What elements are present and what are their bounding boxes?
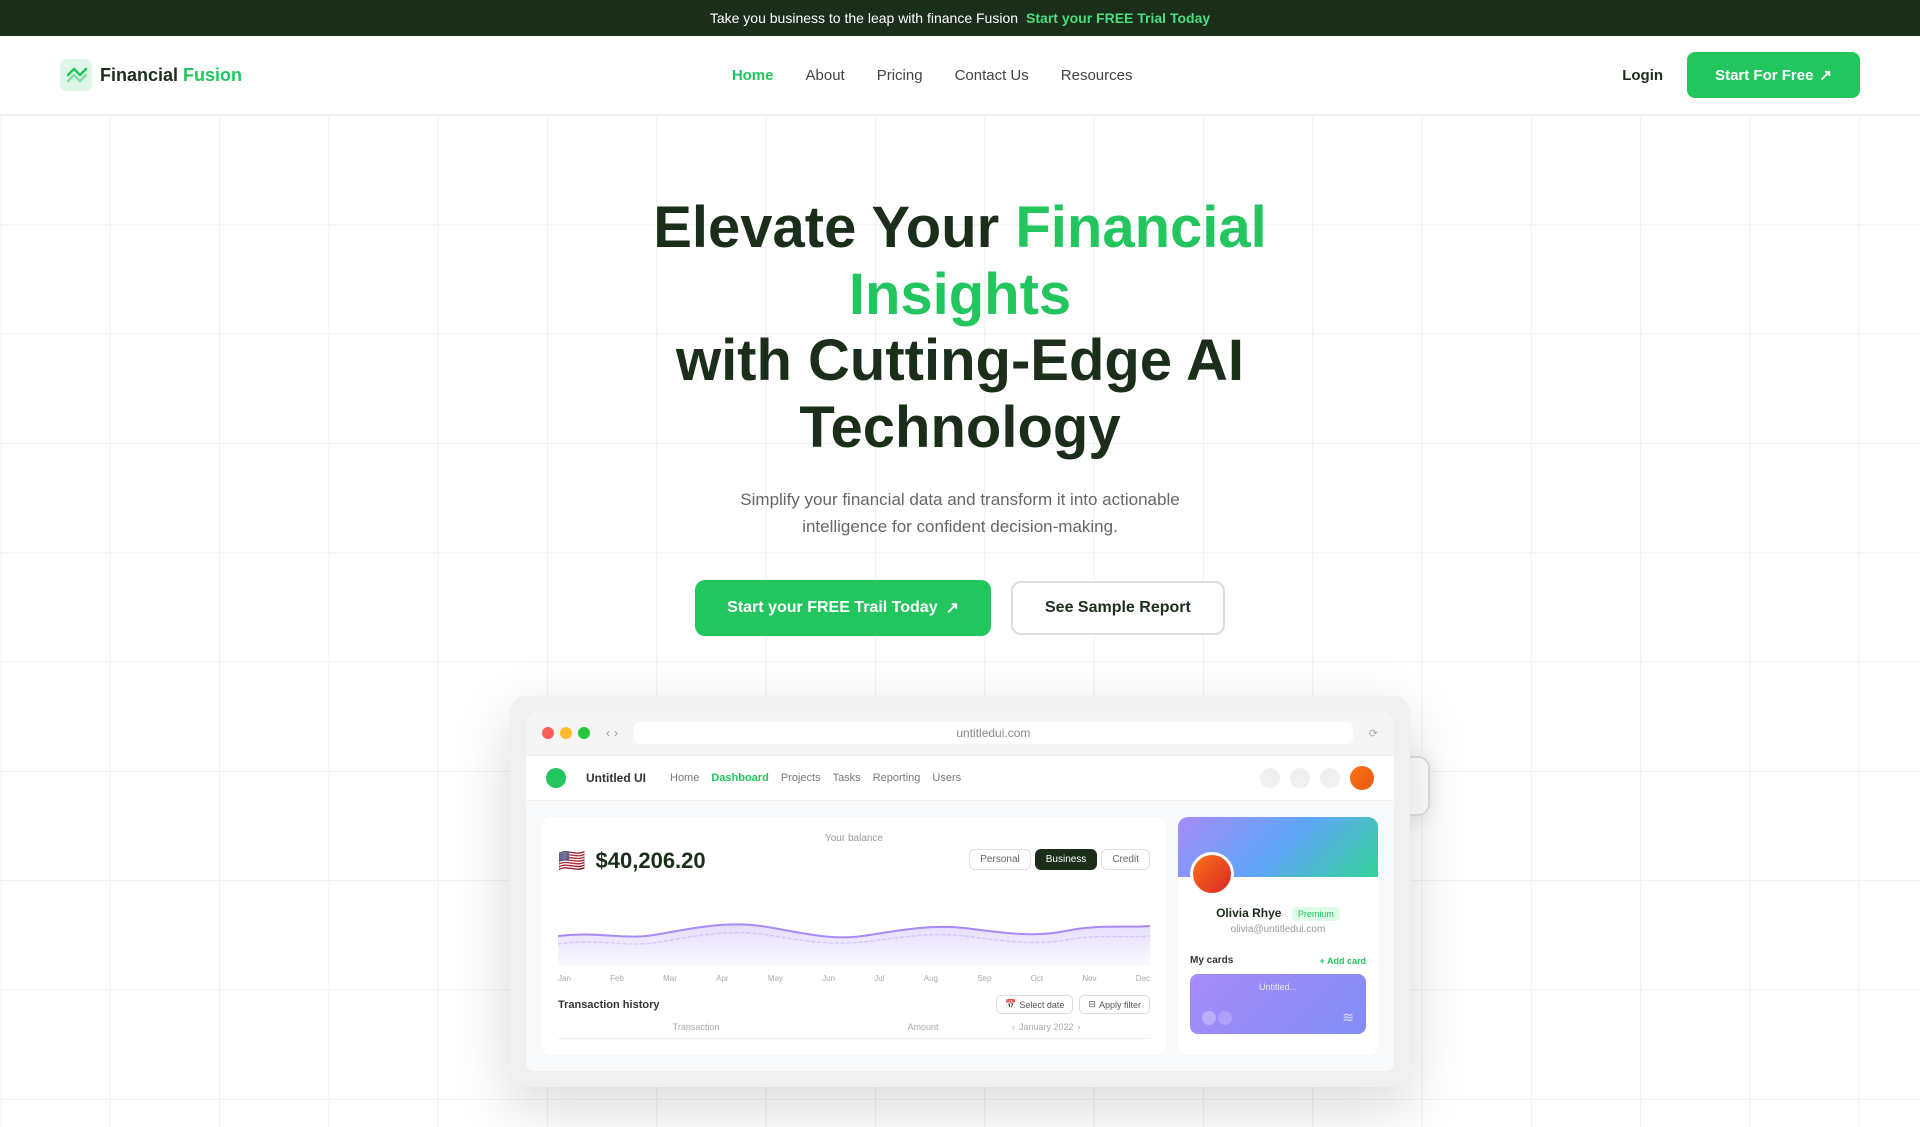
user-avatar[interactable]: [1350, 766, 1374, 790]
nav-contact[interactable]: Contact Us: [955, 67, 1029, 84]
month-labels: JanFeb MarApr MayJun JulAug SepOct NovDe…: [558, 974, 1150, 983]
maximize-dot[interactable]: [578, 727, 590, 739]
browser-url[interactable]: untitledui.com: [634, 722, 1353, 744]
minimize-dot[interactable]: [560, 727, 572, 739]
profile-email: olivia@untitledui.com: [1190, 924, 1366, 935]
transaction-columns: Transaction Amount ‹ January 2022 ›: [558, 1022, 1150, 1039]
select-date-button[interactable]: 📅 Select date: [996, 995, 1073, 1014]
flag-icon: 🇺🇸: [558, 848, 585, 873]
header-right: Login Start For Free ↗: [1622, 52, 1860, 98]
profile-avatar: [1190, 852, 1234, 896]
tab-business[interactable]: Business: [1035, 849, 1098, 870]
header: Financial Fusion Home About Pricing Cont…: [0, 36, 1920, 115]
dash-nav-right: [1260, 766, 1374, 790]
nav-about[interactable]: About: [806, 67, 845, 84]
browser-chrome: ‹ › untitledui.com ⟳: [526, 712, 1394, 754]
col-date-nav: ‹ January 2022 ›: [1012, 1022, 1150, 1032]
balance-panel: Your balance 🇺🇸 $40,206.20 Personal Busi…: [542, 817, 1166, 1055]
nav-pricing[interactable]: Pricing: [877, 67, 923, 84]
logo-text: Financial Fusion: [100, 65, 242, 86]
wave-circle-1: [1202, 1011, 1216, 1025]
settings-icon[interactable]: [1290, 768, 1310, 788]
dash-body: Your balance 🇺🇸 $40,206.20 Personal Busi…: [526, 801, 1394, 1071]
browser-refresh[interactable]: ⟳: [1369, 727, 1378, 740]
dash-nav-tasks[interactable]: Tasks: [833, 772, 861, 784]
col-amount: Amount: [854, 1022, 992, 1032]
dash-nav-dashboard[interactable]: Dashboard: [711, 772, 768, 784]
hero-buttons: Start your FREE Trail Today ↗ See Sample…: [20, 580, 1900, 636]
balance-amount: 🇺🇸 $40,206.20: [558, 848, 706, 874]
transaction-title: Transaction history: [558, 999, 659, 1011]
add-card-button[interactable]: + Add card: [1320, 956, 1366, 966]
main-nav: Home About Pricing Contact Us Resources: [732, 67, 1133, 84]
balance-chart: [558, 886, 1150, 966]
profile-section: Olivia Rhye Premium olivia@untitledui.co…: [1178, 852, 1378, 947]
dash-nav-home[interactable]: Home: [670, 772, 699, 784]
dashboard-preview-wrapper: Watch Full Demo ▶ ‹ › untitledui.com: [510, 696, 1410, 1087]
hero-subtitle: Simplify your financial data and transfo…: [700, 486, 1220, 540]
browser-dots: [542, 727, 590, 739]
hero-headline: Elevate Your Financial Insights with Cut…: [570, 195, 1350, 462]
balance-label: Your balance: [558, 833, 1150, 844]
card-visual: Untitled... ≋: [1190, 974, 1366, 1034]
arrow-icon: ↗: [1819, 66, 1832, 84]
banner-text: Take you business to the leap with finan…: [710, 10, 1018, 26]
balance-tabs: Personal Business Credit: [969, 849, 1150, 870]
cards-title: My cards: [1190, 955, 1233, 966]
start-trial-button[interactable]: Start your FREE Trail Today ↗: [695, 580, 991, 636]
login-button[interactable]: Login: [1622, 67, 1663, 84]
logo[interactable]: Financial Fusion: [60, 59, 242, 91]
tab-personal[interactable]: Personal: [969, 849, 1030, 870]
dashboard-inner: Untitled UI Home Dashboard Projects Task…: [526, 756, 1394, 1071]
profile-name: Olivia Rhye: [1216, 906, 1281, 920]
dash-top-nav: Untitled UI Home Dashboard Projects Task…: [526, 756, 1394, 801]
wifi-icon: ≋: [1342, 1009, 1354, 1026]
card-name: Untitled...: [1202, 982, 1354, 992]
wave-circle-2: [1218, 1011, 1232, 1025]
nav-resources[interactable]: Resources: [1061, 67, 1133, 84]
transaction-header: Transaction history 📅 Select date ⊟ Appl…: [558, 995, 1150, 1014]
dash-brand: Untitled UI: [586, 771, 646, 785]
dash-nav-users[interactable]: Users: [932, 772, 961, 784]
start-free-button[interactable]: Start For Free ↗: [1687, 52, 1860, 98]
card-waves: ≋: [1202, 1009, 1354, 1026]
cards-header: My cards + Add card: [1178, 947, 1378, 974]
transaction-actions: 📅 Select date ⊟ Apply filter: [996, 995, 1150, 1014]
dashboard-preview: ‹ › untitledui.com ⟳ Untitled UI Home Da: [510, 696, 1410, 1087]
filter-icon: ⊟: [1088, 999, 1096, 1010]
notifications-icon[interactable]: [1320, 768, 1340, 788]
arrow-icon: ↗: [946, 598, 959, 618]
profile-panel: Olivia Rhye Premium olivia@untitledui.co…: [1178, 817, 1378, 1055]
search-icon[interactable]: [1260, 768, 1280, 788]
col-transaction: Transaction: [558, 1022, 834, 1032]
dash-nav-projects[interactable]: Projects: [781, 772, 821, 784]
top-banner: Take you business to the leap with finan…: [0, 0, 1920, 36]
dash-logo-icon: [546, 768, 566, 788]
browser-nav: ‹ ›: [606, 726, 618, 740]
banner-cta[interactable]: Start your FREE Trial Today: [1026, 10, 1210, 26]
sample-report-button[interactable]: See Sample Report: [1011, 581, 1225, 635]
prev-month[interactable]: ‹: [1012, 1022, 1015, 1032]
dash-nav-reporting[interactable]: Reporting: [873, 772, 921, 784]
next-month[interactable]: ›: [1078, 1022, 1081, 1032]
nav-home[interactable]: Home: [732, 67, 774, 84]
hero-content: Elevate Your Financial Insights with Cut…: [20, 195, 1900, 1087]
profile-badge: Premium: [1292, 907, 1340, 921]
calendar-icon: 📅: [1005, 999, 1016, 1010]
tab-credit[interactable]: Credit: [1101, 849, 1150, 870]
dash-nav-links: Home Dashboard Projects Tasks Reporting …: [670, 772, 961, 784]
close-dot[interactable]: [542, 727, 554, 739]
profile-name-row: Olivia Rhye Premium: [1190, 904, 1366, 922]
apply-filter-button[interactable]: ⊟ Apply filter: [1079, 995, 1150, 1014]
hero-section: Elevate Your Financial Insights with Cut…: [0, 115, 1920, 1127]
